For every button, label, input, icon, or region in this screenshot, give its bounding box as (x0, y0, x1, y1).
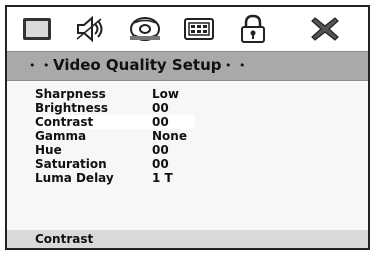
disc-icon[interactable] (127, 13, 163, 45)
menu-title: Video Quality Setup (53, 56, 222, 74)
setting-label: Sharpness (35, 87, 106, 101)
tv-icon[interactable] (19, 13, 55, 45)
setting-row-saturation[interactable]: Saturation 00 (35, 157, 195, 171)
setting-label: Contrast (35, 115, 94, 129)
setting-row-luma-delay[interactable]: Luma Delay 1 T (35, 171, 195, 185)
title-left-dots: • • (29, 59, 52, 72)
setup-menu-frame: • • Video Quality Setup • • Sharpness Lo… (5, 5, 370, 250)
settings-list: Sharpness Low Brightness 00 Contrast 00 … (35, 87, 195, 185)
setting-value: 00 (152, 115, 169, 129)
setting-row-brightness[interactable]: Brightness 00 (35, 101, 195, 115)
status-text: Contrast (35, 232, 94, 246)
setting-row-contrast[interactable]: Contrast 00 (35, 115, 195, 129)
setting-value: 00 (152, 157, 169, 171)
close-icon[interactable] (307, 13, 343, 45)
setting-value: 1 T (152, 171, 173, 185)
setting-label: Hue (35, 143, 62, 157)
category-icon-bar (7, 7, 368, 51)
setting-row-sharpness[interactable]: Sharpness Low (35, 87, 195, 101)
keypad-icon[interactable] (181, 13, 217, 45)
lock-icon[interactable] (235, 13, 271, 45)
setting-label: Brightness (35, 101, 109, 115)
setting-value: 00 (152, 101, 169, 115)
setting-value: 00 (152, 143, 169, 157)
setting-row-hue[interactable]: Hue 00 (35, 143, 195, 157)
menu-title-bar: • • Video Quality Setup • • (7, 51, 368, 81)
setting-label: Gamma (35, 129, 87, 143)
speaker-icon[interactable] (73, 13, 109, 45)
status-bar: Contrast (7, 230, 368, 248)
setting-row-gamma[interactable]: Gamma None (35, 129, 195, 143)
title-right-dots: • • (225, 59, 248, 72)
setting-value: Low (152, 87, 179, 101)
setting-label: Saturation (35, 157, 107, 171)
setting-label: Luma Delay (35, 171, 114, 185)
setting-value: None (152, 129, 187, 143)
